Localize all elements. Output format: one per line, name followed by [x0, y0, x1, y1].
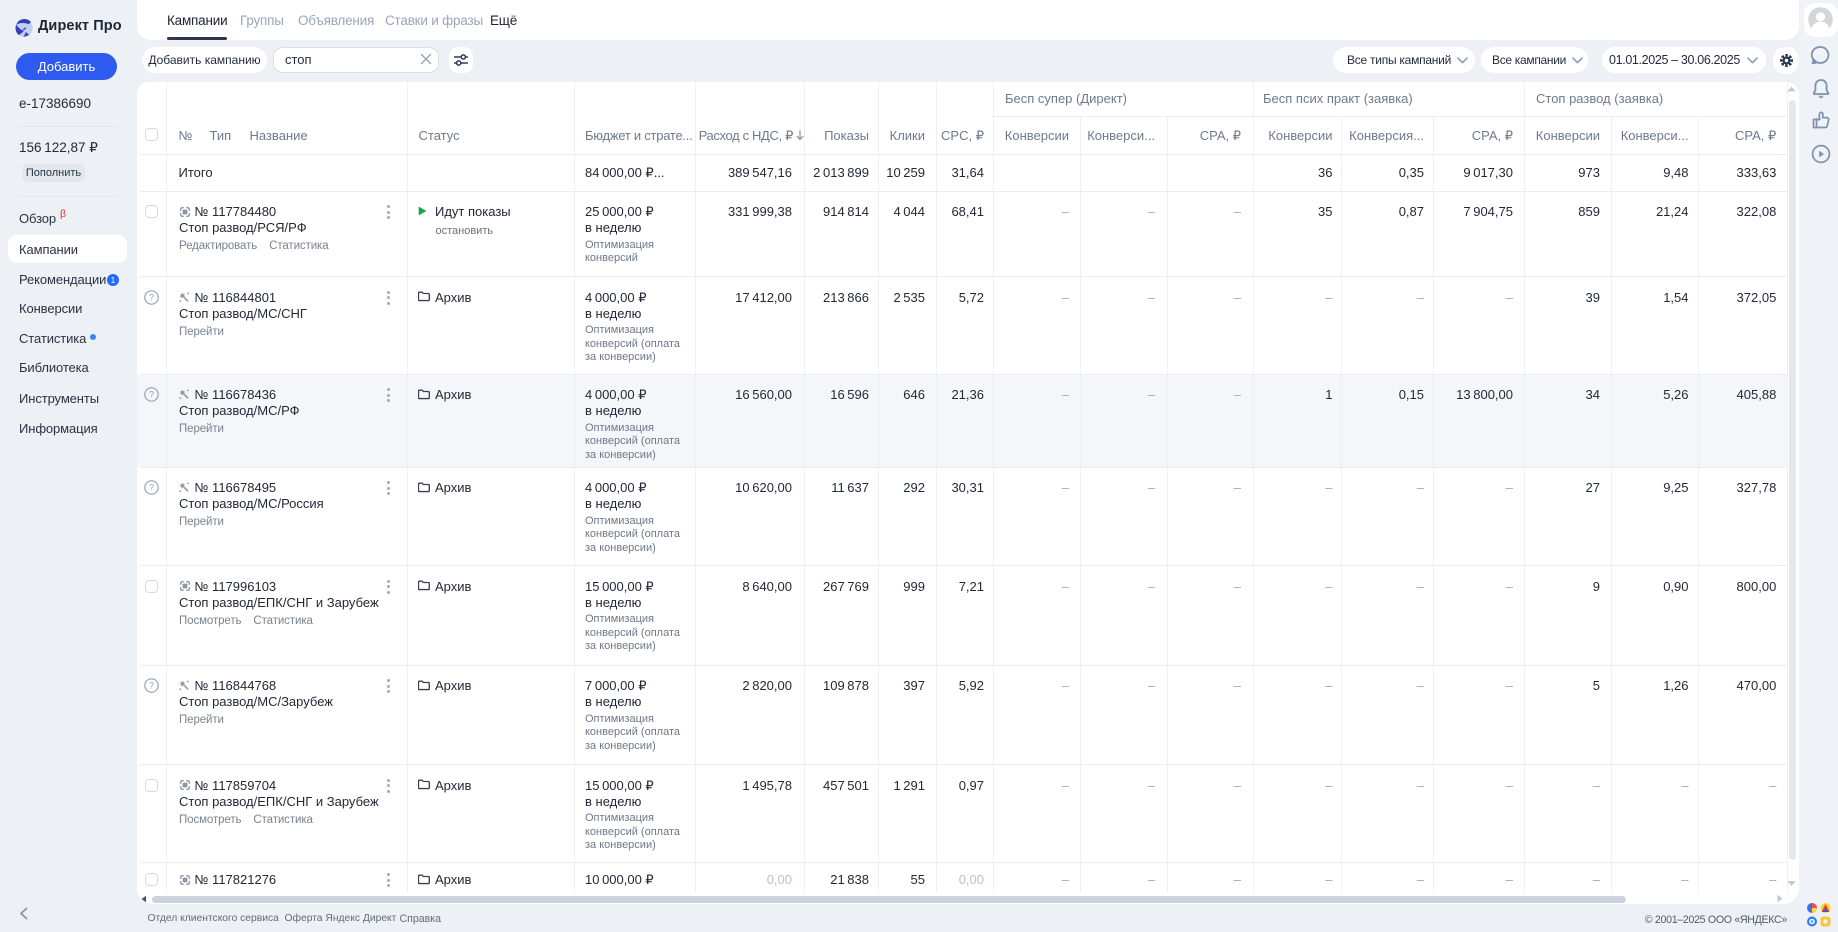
svg-text:?: ?	[148, 390, 153, 400]
svg-text:?: ?	[148, 681, 153, 691]
svg-text:?: ?	[148, 483, 153, 493]
svg-text:?: ?	[148, 292, 153, 302]
